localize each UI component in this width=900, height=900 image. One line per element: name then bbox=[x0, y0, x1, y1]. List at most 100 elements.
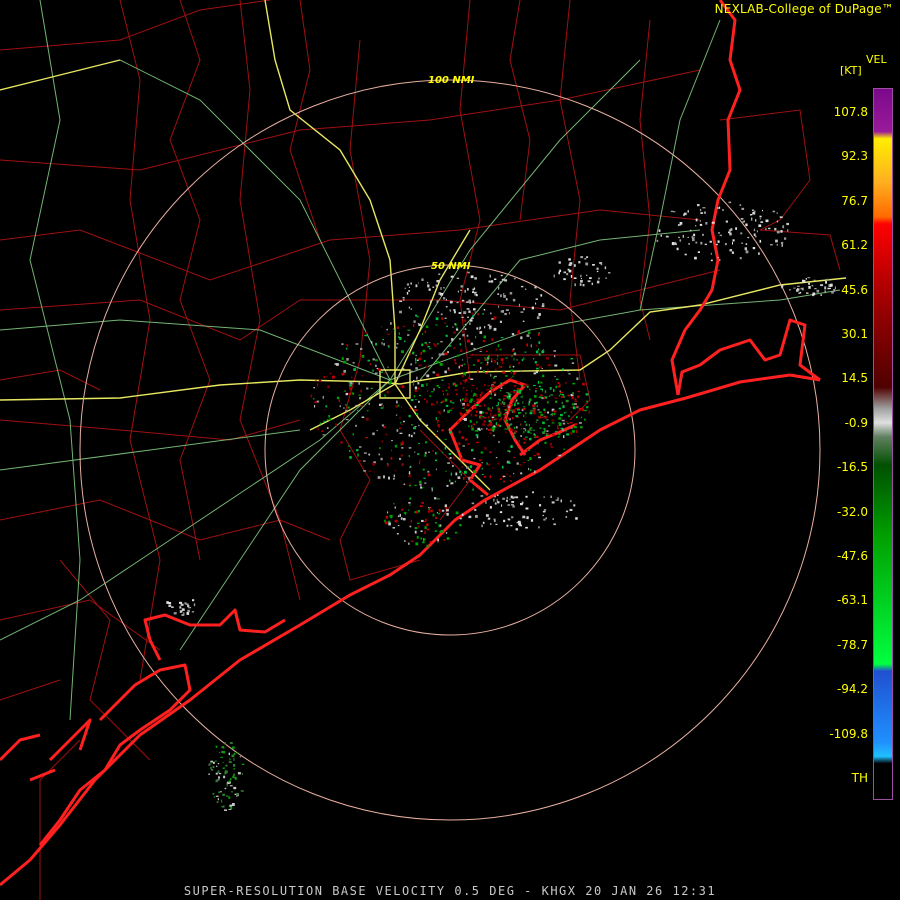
radar-return-pixel bbox=[386, 328, 388, 331]
radar-return-pixel bbox=[572, 406, 576, 410]
radar-return-pixel bbox=[442, 390, 445, 392]
radar-return-pixel bbox=[399, 416, 401, 419]
radar-return-pixel bbox=[699, 208, 702, 212]
radar-return-pixel bbox=[824, 290, 826, 294]
radar-return-pixel bbox=[361, 355, 365, 358]
radar-return-pixel bbox=[741, 207, 745, 210]
radar-return-pixel bbox=[728, 201, 732, 204]
radar-return-pixel bbox=[325, 405, 328, 408]
radar-return-pixel bbox=[503, 475, 506, 478]
radar-return-pixel bbox=[598, 277, 600, 280]
radar-return-pixel bbox=[658, 229, 661, 232]
radar-return-pixel bbox=[482, 340, 485, 342]
radar-return-pixel bbox=[421, 278, 424, 281]
radar-return-pixel bbox=[825, 281, 827, 284]
radar-return-pixel bbox=[568, 373, 571, 375]
radar-return-pixel bbox=[605, 277, 607, 279]
radar-return-pixel bbox=[389, 382, 391, 385]
radar-return-pixel bbox=[558, 395, 560, 397]
radar-return-pixel bbox=[240, 790, 244, 792]
radar-return-pixel bbox=[540, 394, 543, 396]
radar-return-pixel bbox=[480, 417, 483, 420]
velocity-scale-label: 76.7 bbox=[841, 193, 868, 208]
radar-return-pixel bbox=[472, 364, 476, 366]
velocity-scale-title: VEL bbox=[866, 53, 887, 66]
radar-return-pixel bbox=[457, 420, 460, 423]
radar-return-pixel bbox=[500, 281, 502, 283]
radar-return-pixel bbox=[539, 427, 542, 429]
radar-return-pixel bbox=[676, 247, 679, 251]
radar-return-pixel bbox=[465, 409, 468, 412]
radar-return-pixel bbox=[570, 411, 573, 413]
radar-return-pixel bbox=[526, 383, 529, 386]
radar-return-pixel bbox=[221, 750, 225, 754]
radar-return-pixel bbox=[450, 275, 454, 278]
radar-return-pixel bbox=[429, 300, 432, 303]
radar-return-pixel bbox=[360, 354, 362, 357]
radar-return-pixel bbox=[499, 418, 502, 421]
radar-return-pixel bbox=[228, 796, 231, 799]
radar-return-pixel bbox=[456, 354, 460, 357]
radar-return-pixel bbox=[536, 405, 538, 408]
radar-return-pixel bbox=[406, 283, 410, 286]
radar-return-pixel bbox=[717, 257, 719, 259]
radar-return-pixel bbox=[437, 421, 439, 424]
radar-return-pixel bbox=[529, 457, 532, 460]
radar-return-pixel bbox=[407, 329, 411, 331]
radar-return-pixel bbox=[171, 606, 174, 608]
radar-return-pixel bbox=[313, 387, 315, 389]
radar-return-pixel bbox=[414, 426, 417, 428]
radar-return-pixel bbox=[407, 334, 410, 336]
radar-return-pixel bbox=[471, 427, 474, 431]
radar-return-pixel bbox=[482, 312, 484, 315]
radar-return-pixel bbox=[421, 384, 424, 387]
radar-return-pixel bbox=[547, 411, 549, 414]
radar-return-pixel bbox=[233, 752, 236, 755]
radar-return-pixel bbox=[408, 509, 410, 511]
radar-return-pixel bbox=[516, 359, 518, 361]
radar-return-pixel bbox=[558, 407, 561, 410]
radar-return-pixel bbox=[545, 517, 547, 520]
radar-return-pixel bbox=[315, 379, 317, 382]
radar-return-pixel bbox=[372, 358, 375, 361]
radar-return-pixel bbox=[349, 384, 352, 387]
radar-return-pixel bbox=[400, 405, 402, 409]
radar-return-pixel bbox=[217, 770, 220, 774]
radar-return-pixel bbox=[481, 462, 483, 464]
radar-return-pixel bbox=[518, 412, 520, 415]
radar-return-pixel bbox=[401, 508, 404, 511]
radar-return-pixel bbox=[375, 364, 377, 367]
radar-return-pixel bbox=[539, 369, 540, 373]
radar-return-pixel bbox=[454, 389, 458, 391]
radar-return-pixel bbox=[518, 303, 520, 307]
ring-label-100nmi: 100 NMI bbox=[428, 75, 475, 86]
radar-return-pixel bbox=[811, 284, 814, 287]
radar-return-pixel bbox=[215, 760, 217, 763]
radar-return-pixel bbox=[228, 761, 232, 763]
radar-return-pixel bbox=[222, 767, 225, 769]
radar-return-pixel bbox=[776, 220, 779, 223]
radar-return-pixel bbox=[558, 261, 561, 264]
radar-return-pixel bbox=[421, 502, 424, 504]
radar-return-pixel bbox=[563, 412, 566, 414]
radar-return-pixel bbox=[219, 752, 221, 753]
radar-return-pixel bbox=[530, 432, 532, 434]
radar-return-pixel bbox=[414, 484, 417, 486]
radar-return-pixel bbox=[463, 418, 466, 420]
radar-return-pixel bbox=[366, 410, 369, 412]
radar-return-pixel bbox=[756, 230, 758, 233]
radar-return-pixel bbox=[224, 809, 227, 811]
radar-return-pixel bbox=[345, 404, 347, 406]
radar-return-pixel bbox=[360, 347, 363, 350]
radar-return-pixel bbox=[398, 336, 400, 339]
radar-return-pixel bbox=[469, 407, 472, 410]
radar-return-pixel bbox=[486, 462, 488, 465]
radar-return-pixel bbox=[445, 306, 448, 308]
radar-return-pixel bbox=[341, 343, 344, 345]
radar-return-pixel bbox=[684, 212, 687, 216]
radar-return-pixel bbox=[695, 241, 698, 244]
radar-return-pixel bbox=[228, 808, 232, 810]
radar-return-pixel bbox=[423, 398, 426, 400]
radar-return-pixel bbox=[480, 495, 484, 497]
radar-return-pixel bbox=[228, 780, 231, 783]
